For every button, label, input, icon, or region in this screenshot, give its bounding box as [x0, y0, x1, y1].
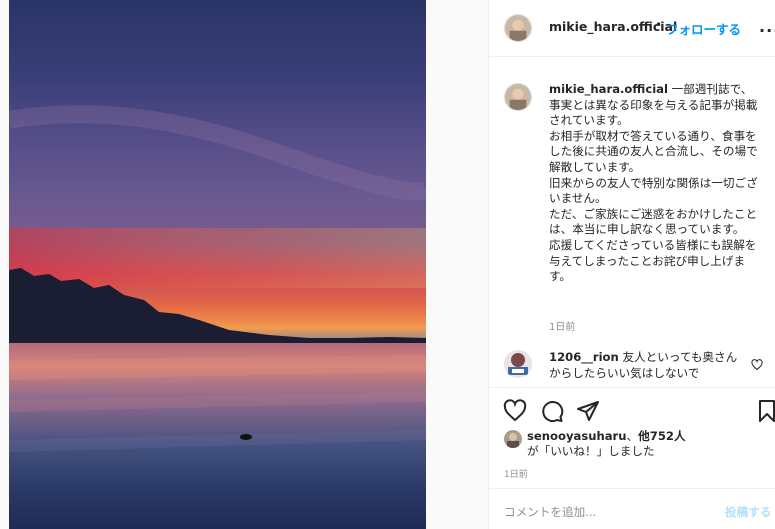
paper-plane-icon[interactable]	[576, 399, 600, 423]
comment-input[interactable]: コメントを追加...	[504, 504, 596, 520]
commenter-avatar[interactable]	[504, 350, 532, 378]
more-options-icon[interactable]: ...	[759, 17, 775, 36]
follow-button[interactable]: フォローする	[666, 19, 741, 38]
caption-timestamp[interactable]: 1日前	[549, 318, 575, 333]
sunset-lake-photo	[9, 0, 426, 529]
comment-like-icon[interactable]	[751, 359, 763, 371]
post-caption: mikie_hara.official 一部週刊誌で、事実とは異なる印象を与える…	[549, 82, 761, 285]
heart-icon[interactable]	[503, 399, 527, 423]
add-comment-bar: コメントを追加... 投稿する	[489, 488, 775, 529]
separator-dot: •	[655, 18, 663, 32]
liker-username[interactable]: senooyasuharu	[527, 429, 627, 443]
liker-avatar[interactable]	[504, 430, 522, 448]
likes-line: senooyasuharu、他752人	[527, 429, 686, 445]
caption-avatar[interactable]	[504, 83, 532, 111]
likes-count[interactable]: 他752人	[638, 429, 685, 443]
comment-icon[interactable]	[540, 399, 564, 423]
actions-section: senooyasuharu、他752人 が「いいね！」しました 1日前 コメント…	[489, 387, 775, 529]
caption-text: 一部週刊誌で、事実とは異なる印象を与える記事が掲載されています。 お相手が取材で…	[549, 82, 758, 284]
author-avatar[interactable]	[504, 14, 532, 42]
post-header: mikie_hara.official • フォローする ...	[489, 0, 775, 57]
post-timestamp[interactable]: 1日前	[504, 467, 528, 480]
post-panel: mikie_hara.official • フォローする ... mikie_h…	[488, 0, 775, 529]
bookmark-icon[interactable]	[755, 399, 775, 423]
caption-username[interactable]: mikie_hara.official	[549, 82, 668, 96]
comment-item: 1206__rion 友人といっても奥さんからしたらいい気はしないで	[549, 350, 739, 381]
likes-separator: 、	[626, 429, 639, 443]
comment-username[interactable]: 1206__rion	[549, 350, 619, 364]
post-photo[interactable]	[9, 0, 426, 529]
likes-suffix: が「いいね！」しました	[527, 444, 655, 458]
post-comment-button[interactable]: 投稿する	[725, 504, 771, 520]
comments-section[interactable]: mikie_hara.official 一部週刊誌で、事実とは異なる印象を与える…	[489, 57, 775, 387]
